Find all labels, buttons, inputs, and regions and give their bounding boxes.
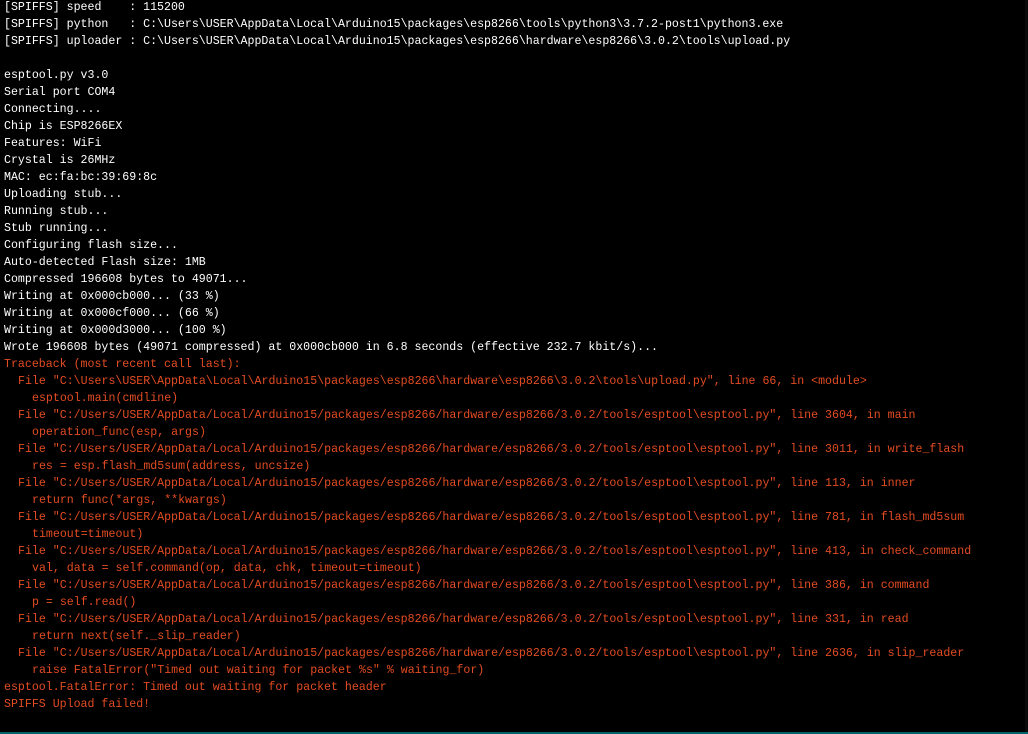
traceback-file-line: File "C:/Users/USER/AppData/Local/Arduin… [18,409,916,422]
console-line-spiffs-uploader: [SPIFFS] uploader : C:\Users\USER\AppDat… [4,35,791,48]
upload-failed-message: SPIFFS Upload failed! [4,698,151,711]
console-line: Features: WiFi [4,137,102,150]
header-section: [SPIFFS] speed : 115200 [SPIFFS] python … [4,0,1028,50]
traceback-file-line: File "C:/Users/USER/AppData/Local/Arduin… [18,477,916,490]
console-line: Running stub... [4,205,109,218]
traceback-file-line: File "C:/Users/USER/AppData/Local/Arduin… [18,545,972,558]
console-line-spiffs-speed: [SPIFFS] speed : 115200 [4,1,185,14]
traceback-section: Traceback (most recent call last): File … [4,356,1028,713]
console-line: MAC: ec:fa:bc:39:69:8c [4,171,158,184]
traceback-code-line: return next(self._slip_reader) [32,630,241,643]
traceback-file-line: File "C:\Users\USER\AppData\Local\Arduin… [18,375,867,388]
console-line: Uploading stub... [4,188,123,201]
console-line: Auto-detected Flash size: 1MB [4,256,206,269]
traceback-file-line: File "C:/Users/USER/AppData/Local/Arduin… [18,443,965,456]
traceback-code-line: res = esp.flash_md5sum(address, uncsize) [32,460,311,473]
traceback-code-line: raise FatalError("Timed out waiting for … [32,664,485,677]
console-line: Connecting.... [4,103,102,116]
traceback-code-line: val, data = self.command(op, data, chk, … [32,562,422,575]
traceback-code-line: esptool.main(cmdline) [32,392,179,405]
traceback-file-line: File "C:/Users/USER/AppData/Local/Arduin… [18,647,965,660]
console-line: Chip is ESP8266EX [4,120,123,133]
console-output-panel[interactable]: [SPIFFS] speed : 115200 [SPIFFS] python … [0,0,1028,734]
console-line: esptool.py v3.0 [4,69,109,82]
traceback-code-line: timeout=timeout) [32,528,144,541]
console-line: Stub running... [4,222,109,235]
traceback-code-line: operation_func(esp, args) [32,426,206,439]
traceback-code-line: p = self.read() [32,596,137,609]
fatal-error-message: esptool.FatalError: Timed out waiting fo… [4,681,387,694]
console-line: Writing at 0x000d3000... (100 %) [4,324,227,337]
console-line: Writing at 0x000cb000... (33 %) [4,290,220,303]
console-line: Serial port COM4 [4,86,116,99]
console-line: Configuring flash size... [4,239,178,252]
traceback-title: Traceback (most recent call last): [4,358,241,371]
traceback-file-line: File "C:/Users/USER/AppData/Local/Arduin… [18,511,965,524]
traceback-code-line: return func(*args, **kwargs) [32,494,227,507]
traceback-file-line: File "C:/Users/USER/AppData/Local/Arduin… [18,613,909,626]
traceback-file-line: File "C:/Users/USER/AppData/Local/Arduin… [18,579,930,592]
console-line: Compressed 196608 bytes to 49071... [4,273,248,286]
esptool-output-section: esptool.py v3.0 Serial port COM4 Connect… [4,67,1028,356]
console-line: Writing at 0x000cf000... (66 %) [4,307,220,320]
console-line: Crystal is 26MHz [4,154,116,167]
console-line-spiffs-python: [SPIFFS] python : C:\Users\USER\AppData\… [4,18,784,31]
console-line: Wrote 196608 bytes (49071 compressed) at… [4,341,658,354]
